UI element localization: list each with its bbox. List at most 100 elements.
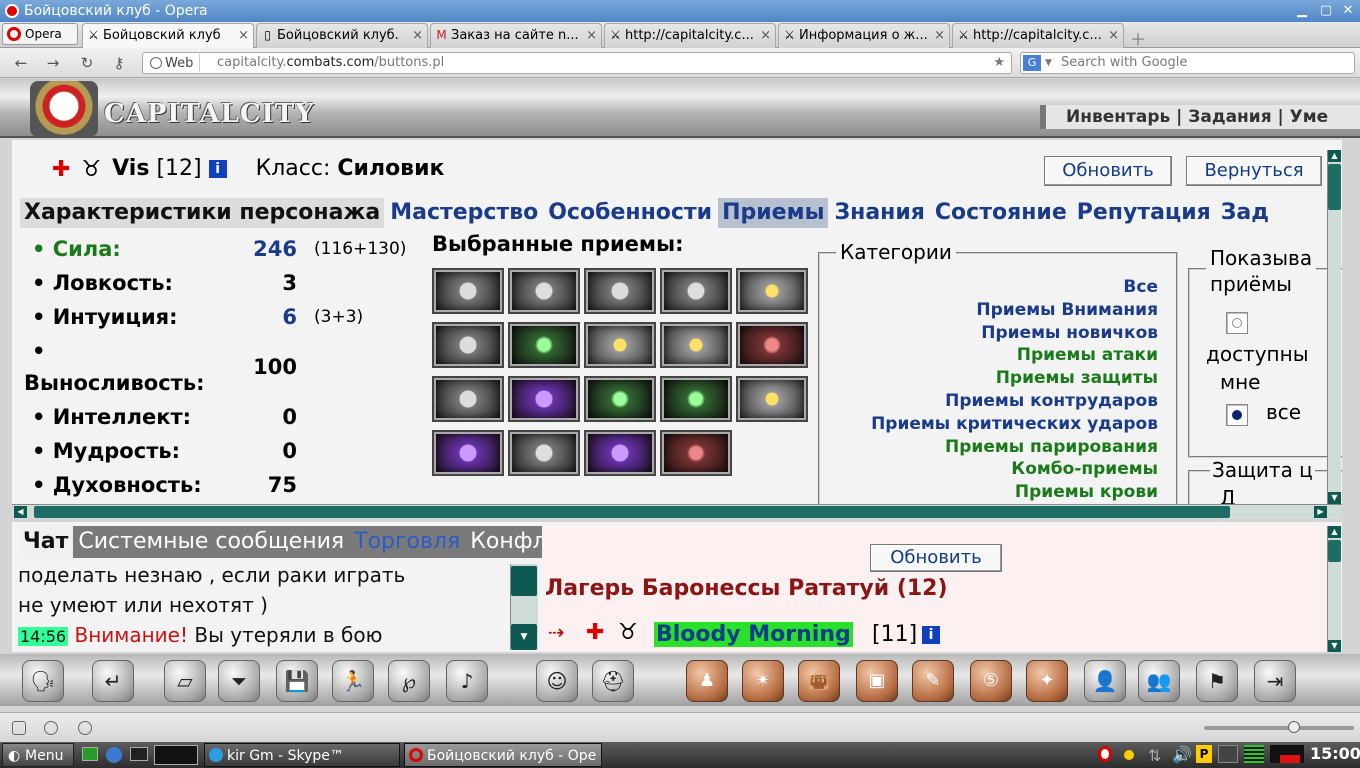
technique-slot[interactable] <box>736 268 808 314</box>
scroll-thumb[interactable] <box>1328 164 1341 210</box>
filter-icon[interactable]: ⏷ <box>218 660 260 702</box>
info-icon[interactable]: i <box>208 160 227 178</box>
technique-slot[interactable] <box>660 430 732 476</box>
character-icon[interactable]: ♟ <box>686 660 728 702</box>
speed-dial-icon[interactable] <box>78 721 92 735</box>
refresh-button[interactable]: Обновить <box>1044 156 1172 186</box>
technique-slot[interactable] <box>432 322 504 368</box>
tab-2[interactable]: ▯ Бойцовский клуб. × <box>256 23 428 48</box>
chat-refresh-button[interactable]: Обновить <box>870 544 1002 572</box>
helmet-icon[interactable]: ⛑ <box>592 660 634 702</box>
tab-features[interactable]: Особенности <box>544 198 716 228</box>
chat-tab-chat[interactable]: Чат <box>18 526 74 558</box>
scroll-up-icon[interactable]: ▲ <box>1328 150 1341 162</box>
tab-characteristics[interactable]: Характеристики персонажа <box>20 198 385 228</box>
close-tab-icon[interactable]: × <box>412 24 423 47</box>
main-scrollbar[interactable]: ▲ ▼ <box>1327 150 1341 504</box>
person-icon[interactable]: 👤 <box>1084 660 1126 702</box>
chat-time[interactable]: 14:56 <box>18 627 69 646</box>
workspace-switcher[interactable] <box>154 745 198 765</box>
close-tab-icon[interactable]: × <box>760 24 771 47</box>
address-field[interactable]: Web capitalcity.combats.com/buttons.pl ★ <box>142 52 1012 74</box>
scroll-thumb[interactable] <box>34 506 1230 518</box>
category-counter[interactable]: Приемы контрударов <box>871 390 1158 413</box>
category-critical[interactable]: Приемы критических ударов <box>871 413 1158 436</box>
chest-icon[interactable]: ▣ <box>856 660 898 702</box>
technique-slot[interactable] <box>508 268 580 314</box>
technique-slot[interactable] <box>432 430 504 476</box>
category-parry[interactable]: Приемы парирования <box>871 436 1158 459</box>
back-button[interactable]: Вернуться <box>1186 156 1322 186</box>
bag-icon[interactable]: 👜 <box>798 660 840 702</box>
technique-slot[interactable] <box>508 430 580 476</box>
tab-knowledge[interactable]: Знания <box>830 198 928 228</box>
flag-icon[interactable]: ⚑ <box>1196 660 1238 702</box>
technique-slot[interactable] <box>508 322 580 368</box>
tab-reputation[interactable]: Репутация <box>1073 198 1215 228</box>
scroll-down-icon[interactable]: ▼ <box>1328 640 1341 652</box>
site-info-badge[interactable]: Web <box>147 54 201 72</box>
group-icon[interactable]: 👥 <box>1138 660 1180 702</box>
radio-all[interactable] <box>1226 404 1248 426</box>
search-field[interactable]: G ▼ Search with Google <box>1020 52 1355 74</box>
close-tab-icon[interactable]: × <box>238 24 249 47</box>
scroll-left-icon[interactable]: ◀ <box>14 506 27 518</box>
technique-slot[interactable] <box>736 376 808 422</box>
scroll-up-icon[interactable] <box>511 566 537 596</box>
clipboard-icon[interactable]: P <box>1196 745 1212 763</box>
helmet-5-icon[interactable]: ⑤ <box>970 660 1012 702</box>
pl-icon[interactable]: ℘ <box>388 660 430 702</box>
tab-mastery[interactable]: Мастерство <box>386 198 542 228</box>
technique-slot[interactable] <box>584 322 656 368</box>
category-blood[interactable]: Приемы крови <box>871 481 1158 504</box>
chat-tab-trade[interactable]: Торговля <box>349 526 465 558</box>
minimize-icon[interactable]: ▁ <box>1294 3 1310 19</box>
main-horizontal-scrollbar[interactable]: ◀ ▶ <box>12 504 1342 519</box>
chat-scrollbar[interactable]: ▼ <box>510 564 538 650</box>
bookmark-star-icon[interactable]: ★ <box>993 53 1005 73</box>
exit-icon[interactable]: ⇥ <box>1254 660 1296 702</box>
walk-icon[interactable]: 🏃 <box>332 660 374 702</box>
enter-icon[interactable]: ↵ <box>92 660 134 702</box>
network-icon[interactable]: ⇅ <box>1148 744 1161 768</box>
tab-3[interactable]: M Заказ на сайте n... × <box>430 23 602 48</box>
tab-6[interactable]: ⚔ http://capitalcity.c... × <box>952 23 1124 48</box>
key-icon[interactable]: ⚷ <box>108 52 130 74</box>
new-tab-icon[interactable]: ＋ <box>1130 26 1146 50</box>
category-combo[interactable]: Комбо-приемы <box>871 458 1158 481</box>
eraser-icon[interactable]: ▱ <box>164 660 206 702</box>
technique-slot[interactable] <box>660 322 732 368</box>
google-icon[interactable]: G <box>1023 55 1041 71</box>
technique-slot[interactable] <box>584 430 656 476</box>
tab-tasks[interactable]: Зад <box>1217 198 1273 228</box>
zoom-handle[interactable] <box>1288 721 1300 733</box>
room-player-name[interactable]: Bloody Morning <box>654 622 853 647</box>
opera-menu-button[interactable]: Opera <box>2 23 78 45</box>
technique-slot[interactable] <box>736 322 808 368</box>
music-icon[interactable]: ♪ <box>446 660 488 702</box>
chat-tab-system[interactable]: Системные сообщения <box>73 526 349 558</box>
scroll-up-icon[interactable]: ▲ <box>1328 526 1341 538</box>
start-menu-button[interactable]: ◐ Menu <box>2 743 74 767</box>
technique-slot[interactable] <box>584 376 656 422</box>
room-scrollbar[interactable]: ▲ ▼ <box>1327 526 1341 652</box>
scroll-down-icon[interactable]: ▼ <box>511 624 537 650</box>
scroll-icon[interactable]: ✎ <box>912 660 954 702</box>
keyboard-icon[interactable] <box>1218 745 1238 763</box>
notification-icon[interactable] <box>1124 750 1134 760</box>
browser-icon[interactable] <box>106 747 122 763</box>
close-icon[interactable]: ✕ <box>1340 3 1356 19</box>
technique-slot[interactable] <box>660 268 732 314</box>
technique-slot[interactable] <box>432 268 504 314</box>
scroll-right-icon[interactable]: ▶ <box>1314 506 1327 518</box>
close-tab-icon[interactable]: × <box>934 24 945 47</box>
scroll-thumb[interactable] <box>1328 540 1341 562</box>
scroll-down-icon[interactable]: ▼ <box>1328 492 1341 504</box>
tab-4[interactable]: ⚔ http://capitalcity.c... × <box>604 23 776 48</box>
radio-available[interactable] <box>1226 312 1248 334</box>
star-badge-icon[interactable]: ✦ <box>1026 660 1068 702</box>
forward-icon[interactable]: → <box>42 52 64 74</box>
back-icon[interactable]: ← <box>10 52 32 74</box>
task-skype[interactable]: kir Gm - Skype™ <box>204 743 400 767</box>
category-novice[interactable]: Приемы новичков <box>871 322 1158 345</box>
